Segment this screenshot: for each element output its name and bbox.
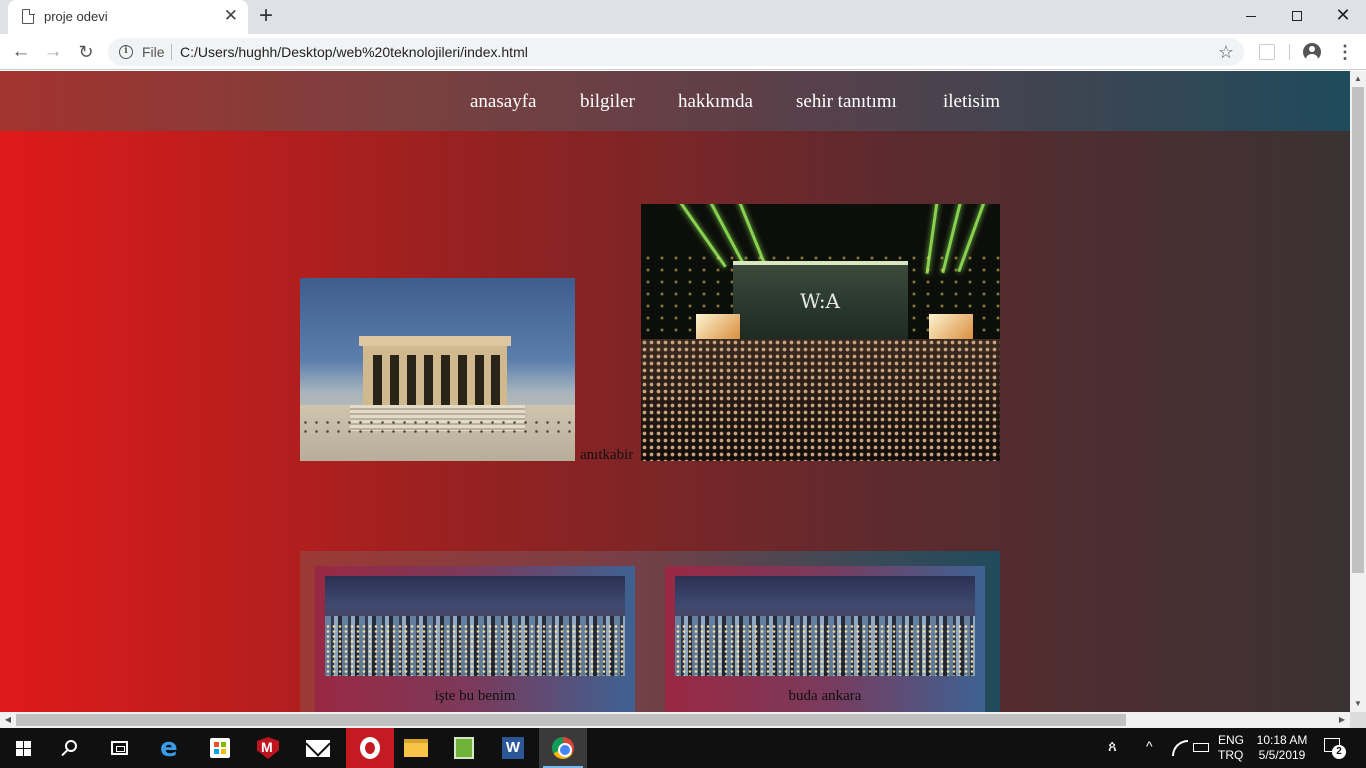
- new-tab-button[interactable]: +: [259, 3, 273, 29]
- clock-date: 5/5/2019: [1258, 748, 1306, 762]
- browser-toolbar: ← → ↻ i File C:/Users/hughh/Desktop/web%…: [0, 34, 1366, 70]
- mcafee-icon: [257, 737, 279, 759]
- site-navigation: anasayfa bilgiler hakkımda sehir tanıtım…: [0, 71, 1350, 131]
- window-close-button[interactable]: ✕: [1320, 0, 1366, 30]
- language-code: ENG: [1218, 733, 1245, 747]
- concert-stage: W:A: [733, 261, 908, 341]
- window-minimize-button[interactable]: [1228, 0, 1274, 30]
- show-hidden-icons-chevron-icon[interactable]: ^: [1146, 738, 1153, 768]
- address-bar[interactable]: i File C:/Users/hughh/Desktop/web%20tekn…: [108, 38, 1244, 66]
- horizontal-scrollbar[interactable]: ◀ ▶: [0, 712, 1350, 728]
- task-view-button[interactable]: [96, 728, 144, 768]
- taskbar-mail[interactable]: [294, 728, 342, 768]
- store-icon: [210, 738, 230, 758]
- scroll-down-arrow-icon[interactable]: ▼: [1350, 696, 1366, 712]
- restore-icon: [1292, 11, 1302, 22]
- city-photo: [325, 576, 625, 676]
- forward-button[interactable]: →: [40, 39, 66, 65]
- extension-icon[interactable]: [1259, 44, 1275, 60]
- crowd: [641, 339, 1000, 461]
- page-viewport: anasayfa bilgiler hakkımda sehir tanıtım…: [0, 71, 1350, 712]
- vertical-scrollbar[interactable]: ▲ ▼: [1350, 71, 1366, 712]
- bookmark-star-icon[interactable]: ☆: [1218, 41, 1234, 63]
- tab-strip: proje odevi ✕ + ✕: [0, 0, 1366, 34]
- windows-taskbar: e W ጰ ^ ENG TRQ 10:18 AM 5/5/2019 2: [0, 728, 1366, 768]
- system-clock[interactable]: 10:18 AM 5/5/2019: [1252, 733, 1312, 768]
- page-icon: [22, 8, 35, 24]
- festival-logo: W:A: [800, 289, 840, 313]
- chrome-icon: [552, 737, 574, 759]
- taskbar-edge[interactable]: e: [148, 728, 196, 768]
- taskbar-mcafee[interactable]: [244, 728, 292, 768]
- stage-screen-right: [929, 314, 973, 342]
- taskbar-file-explorer[interactable]: [392, 728, 440, 768]
- wifi-icon[interactable]: [1170, 740, 1188, 756]
- start-button[interactable]: [0, 728, 48, 768]
- minimize-icon: [1246, 15, 1256, 17]
- task-view-icon: [111, 741, 128, 755]
- file-explorer-icon: [404, 739, 428, 757]
- back-button[interactable]: ←: [8, 39, 34, 65]
- scroll-right-arrow-icon[interactable]: ▶: [1334, 712, 1350, 728]
- action-center-button[interactable]: 2: [1324, 738, 1346, 759]
- windows-logo-icon: [16, 741, 31, 756]
- scrollbar-corner: [1350, 712, 1366, 728]
- notification-count: 2: [1332, 745, 1346, 759]
- edge-icon: e: [160, 733, 178, 763]
- opera-icon: [360, 737, 380, 759]
- anitkabir-photo: [300, 278, 575, 461]
- horizontal-scroll-thumb[interactable]: [16, 714, 1126, 726]
- taskbar-opera[interactable]: [346, 728, 394, 768]
- anitkabir-caption: anıtkabir: [580, 447, 634, 463]
- nav-link-bilgiler[interactable]: bilgiler: [580, 91, 635, 113]
- battery-icon[interactable]: [1193, 743, 1209, 752]
- vertical-scroll-thumb[interactable]: [1352, 87, 1364, 573]
- taskbar-notepad[interactable]: [440, 728, 488, 768]
- mail-icon: [306, 740, 330, 757]
- stage-screen-left: [696, 314, 740, 342]
- visitors: [300, 418, 575, 438]
- concert-photo: W:A: [641, 204, 1000, 461]
- gallery-card: buda ankara: [665, 566, 985, 712]
- taskbar-word[interactable]: W: [490, 728, 538, 768]
- city-photo: [675, 576, 975, 676]
- window-restore-button[interactable]: [1274, 0, 1320, 30]
- nav-link-anasayfa[interactable]: anasayfa: [470, 91, 536, 113]
- mausoleum-building: [359, 336, 511, 405]
- tab-title: proje odevi: [44, 9, 108, 24]
- info-icon[interactable]: i: [119, 45, 133, 59]
- search-icon: [65, 740, 77, 752]
- url-text[interactable]: C:/Users/hughh/Desktop/web%20teknolojile…: [180, 44, 528, 60]
- nav-link-iletisim[interactable]: iletisim: [943, 91, 1000, 113]
- word-icon: W: [502, 737, 524, 759]
- people-icon[interactable]: ጰ: [1108, 738, 1117, 768]
- tab-close-icon[interactable]: ✕: [224, 6, 238, 26]
- card-caption: işte bu benim: [434, 688, 516, 704]
- browser-menu-icon[interactable]: ⋮: [1336, 42, 1354, 62]
- nav-link-hakkimda[interactable]: hakkımda: [678, 91, 753, 113]
- toolbar-separator: [1289, 44, 1290, 60]
- gallery-box: işte bu benim buda ankara: [300, 551, 1000, 712]
- card-caption: buda ankara: [788, 688, 862, 704]
- notepad-icon: [454, 737, 474, 759]
- profile-avatar-icon[interactable]: [1303, 43, 1321, 61]
- reload-button[interactable]: ↻: [73, 39, 99, 65]
- browser-tab[interactable]: proje odevi ✕: [8, 0, 248, 34]
- language-indicator[interactable]: ENG TRQ: [1218, 733, 1244, 768]
- scroll-up-arrow-icon[interactable]: ▲: [1350, 71, 1366, 87]
- nav-link-sehir-tanitimi[interactable]: sehir tanıtımı: [796, 91, 897, 113]
- gallery-card: işte bu benim: [315, 566, 635, 712]
- address-separator: [171, 44, 172, 60]
- address-scheme-label: File: [142, 44, 165, 60]
- search-button[interactable]: [48, 728, 96, 768]
- taskbar-store[interactable]: [196, 728, 244, 768]
- clock-time: 10:18 AM: [1256, 733, 1308, 747]
- taskbar-chrome[interactable]: [539, 728, 587, 768]
- keyboard-layout-code: TRQ: [1218, 748, 1244, 762]
- scroll-left-arrow-icon[interactable]: ◀: [0, 712, 16, 728]
